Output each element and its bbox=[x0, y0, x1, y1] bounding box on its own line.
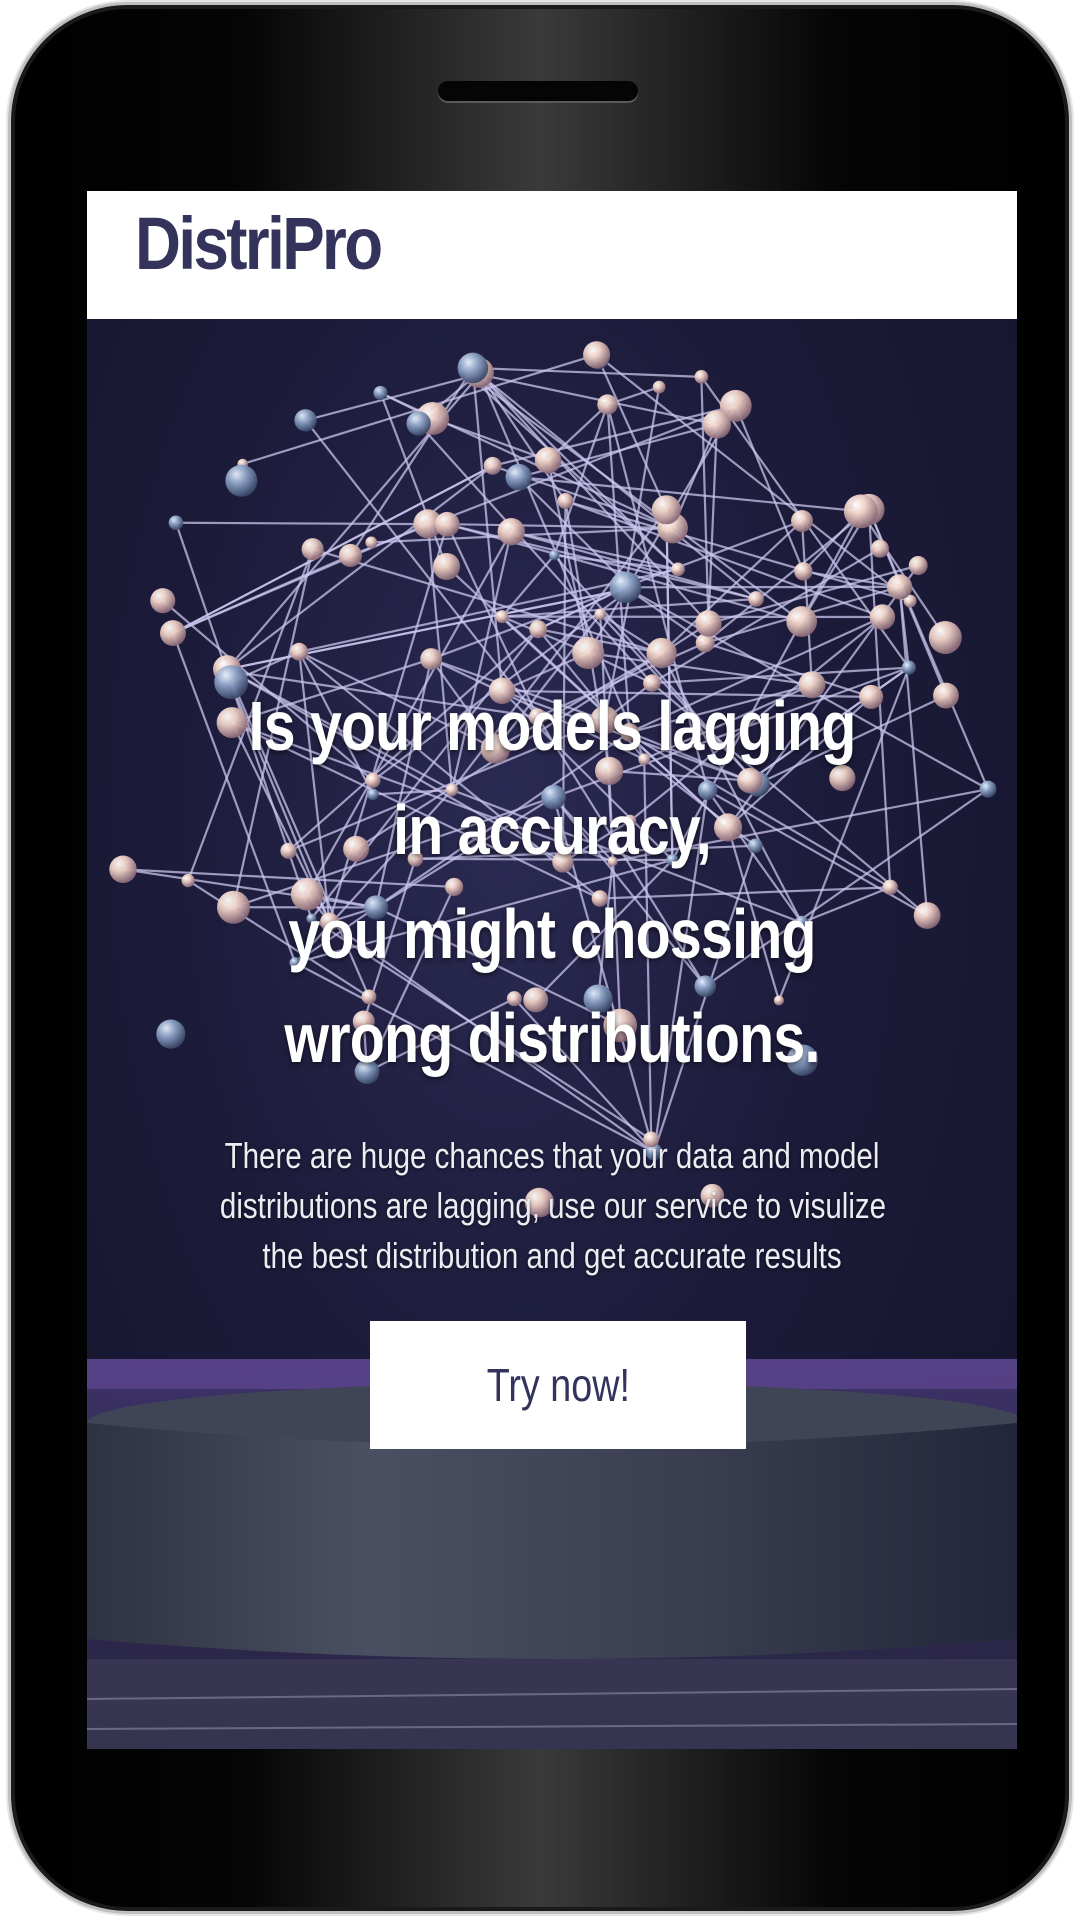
phone-frame: DistriPro Is your models lagging in accu… bbox=[8, 2, 1072, 1914]
network-node bbox=[549, 550, 560, 561]
network-node bbox=[908, 556, 928, 575]
app-screen: DistriPro Is your models lagging in accu… bbox=[87, 191, 1017, 1749]
network-node bbox=[457, 352, 489, 384]
network-node bbox=[290, 642, 309, 661]
network-node bbox=[406, 411, 431, 436]
network-node bbox=[869, 604, 896, 630]
network-edge bbox=[472, 366, 702, 378]
try-now-label: Try now! bbox=[486, 1359, 630, 1411]
network-node bbox=[694, 370, 709, 384]
network-node bbox=[168, 515, 184, 531]
network-node bbox=[497, 518, 525, 546]
network-node bbox=[529, 620, 548, 639]
network-node bbox=[887, 574, 913, 600]
network-node bbox=[583, 341, 611, 369]
network-edge bbox=[554, 554, 679, 571]
network-node bbox=[495, 610, 509, 624]
headline-line: you might chossing bbox=[288, 895, 816, 973]
network-node bbox=[160, 620, 186, 647]
network-node bbox=[702, 410, 732, 439]
network-node bbox=[695, 610, 722, 637]
network-node bbox=[791, 510, 814, 532]
network-node bbox=[373, 385, 388, 400]
brand-logo[interactable]: DistriPro bbox=[135, 201, 383, 286]
network-node bbox=[150, 588, 176, 614]
network-node bbox=[225, 464, 258, 497]
subtext-line: distributions are lagging, use our servi… bbox=[219, 1185, 887, 1226]
network-node bbox=[609, 571, 642, 604]
network-node bbox=[928, 621, 962, 654]
network-node bbox=[651, 495, 681, 525]
headline-line: wrong distributions. bbox=[284, 999, 820, 1077]
network-node bbox=[843, 494, 878, 529]
speaker-slot-icon bbox=[438, 81, 638, 101]
network-node bbox=[301, 538, 324, 561]
hero-subtext: There are huge chances that your data an… bbox=[147, 1131, 957, 1281]
network-edge bbox=[175, 521, 448, 526]
network-node bbox=[748, 591, 764, 607]
hero-section: Is your models lagging in accuracy, you … bbox=[87, 319, 1017, 1749]
network-node bbox=[597, 394, 618, 415]
network-node bbox=[572, 636, 605, 670]
network-node bbox=[646, 637, 677, 669]
network-edge bbox=[734, 405, 805, 572]
hero-headline: Is your models lagging in accuracy, you … bbox=[87, 674, 1017, 1090]
network-node bbox=[483, 456, 502, 475]
network-node bbox=[432, 552, 461, 581]
try-now-button[interactable]: Try now! bbox=[370, 1321, 746, 1449]
site-header: DistriPro bbox=[87, 191, 1017, 319]
network-node bbox=[652, 380, 666, 394]
subtext-line: There are huge chances that your data an… bbox=[224, 1135, 880, 1176]
network-node bbox=[420, 648, 443, 671]
network-node bbox=[338, 543, 363, 567]
network-node bbox=[534, 446, 562, 474]
network-node bbox=[671, 562, 685, 577]
network-node bbox=[786, 606, 818, 637]
network-node bbox=[557, 493, 574, 510]
headline-line: Is your models lagging bbox=[248, 687, 856, 765]
network-edge bbox=[707, 424, 718, 624]
headline-line: in accuracy, bbox=[393, 791, 712, 869]
network-node bbox=[294, 409, 317, 432]
network-node bbox=[870, 539, 889, 558]
network-node bbox=[794, 562, 813, 581]
network-edge bbox=[172, 464, 494, 635]
subtext-line: the best distribution and get accurate r… bbox=[262, 1235, 842, 1276]
network-node bbox=[505, 463, 532, 491]
network-node bbox=[365, 536, 378, 549]
network-node bbox=[594, 608, 607, 621]
network-node bbox=[434, 511, 460, 537]
network-node bbox=[901, 660, 916, 675]
